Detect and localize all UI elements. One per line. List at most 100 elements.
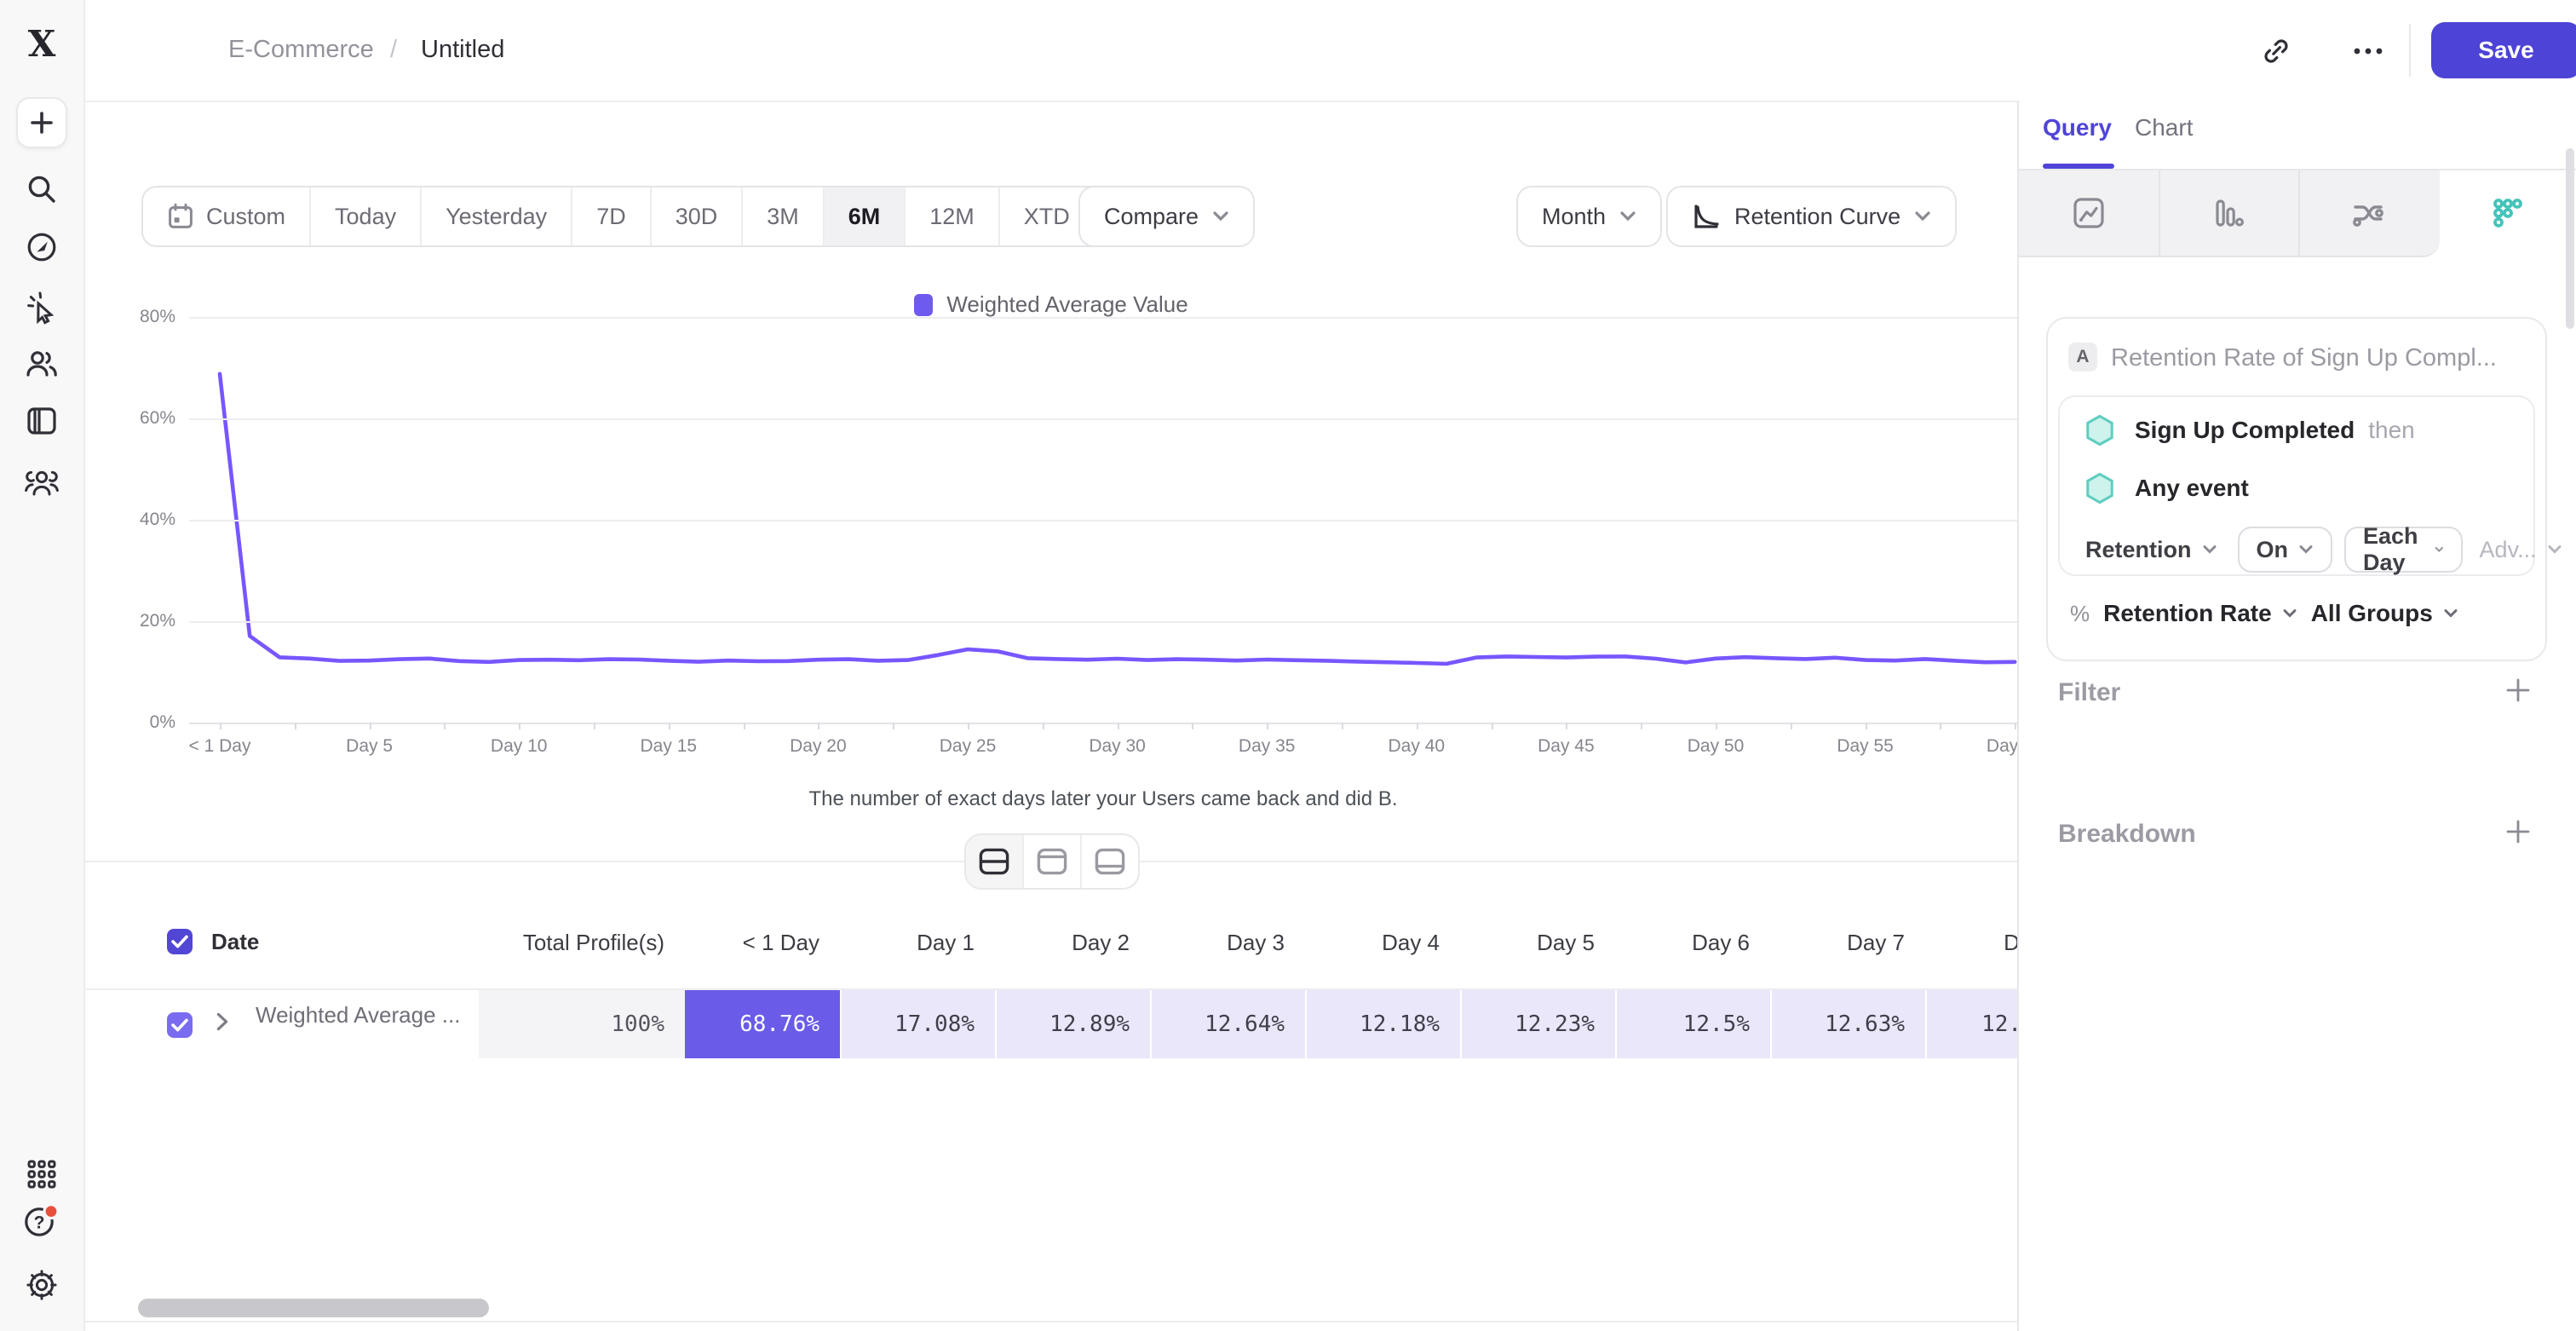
create-new-button[interactable] bbox=[16, 97, 67, 148]
each-day-dropdown-button[interactable]: Each Day bbox=[2344, 527, 2463, 573]
range-yesterday[interactable]: Yesterday bbox=[422, 187, 572, 245]
row-expand-chevron-icon[interactable] bbox=[216, 1012, 228, 1031]
settings-gear-icon[interactable] bbox=[20, 1263, 64, 1307]
compass-icon[interactable] bbox=[20, 225, 64, 269]
horizontal-scrollbar-thumb[interactable] bbox=[138, 1299, 489, 1317]
funnel-bars-icon bbox=[2212, 197, 2245, 229]
select-all-checkbox[interactable] bbox=[167, 929, 193, 954]
granularity-dropdown[interactable]: Month bbox=[1516, 186, 1662, 247]
x-axis-tick bbox=[1716, 723, 1717, 729]
column-header[interactable]: < 1 Day bbox=[685, 929, 840, 956]
compare-label: Compare bbox=[1104, 204, 1199, 230]
range-6m[interactable]: 6M bbox=[825, 187, 906, 245]
retention-curve-icon bbox=[1692, 202, 1721, 231]
help-icon[interactable]: ? bbox=[20, 1200, 64, 1244]
add-filter-button[interactable] bbox=[2503, 675, 2533, 706]
date-column-header[interactable]: Date bbox=[211, 929, 259, 955]
x-axis-caption: The number of exact days later your User… bbox=[189, 787, 2017, 811]
retention-value-cell[interactable]: 100% bbox=[479, 990, 685, 1058]
save-button[interactable]: Save bbox=[2431, 22, 2576, 78]
breadcrumb-page-title[interactable]: Untitled bbox=[421, 36, 504, 64]
retention-value-cell[interactable]: 12.64% bbox=[1150, 990, 1305, 1058]
on-dropdown-button[interactable]: On bbox=[2238, 527, 2333, 573]
retention-value-cell[interactable]: 68.76% bbox=[685, 990, 840, 1058]
retention-value-cell[interactable]: 17.08% bbox=[840, 990, 995, 1058]
x-axis-tick bbox=[1566, 723, 1567, 729]
x-axis-tick-label: Day 40 bbox=[1362, 736, 1471, 757]
range-today[interactable]: Today bbox=[311, 187, 422, 245]
report-tab-funnels[interactable] bbox=[2159, 170, 2298, 256]
range-12m[interactable]: 12M bbox=[906, 187, 1000, 245]
more-options-ellipsis-icon[interactable] bbox=[2346, 29, 2390, 73]
svg-text:X: X bbox=[28, 26, 56, 65]
copy-link-icon[interactable] bbox=[2254, 29, 2298, 73]
retention-value-cell[interactable]: 12.23% bbox=[1460, 990, 1615, 1058]
add-breakdown-button[interactable] bbox=[2503, 816, 2533, 847]
column-header[interactable]: Day 2 bbox=[995, 929, 1150, 956]
compare-button[interactable]: Compare bbox=[1078, 186, 1255, 247]
advanced-dropdown[interactable]: Adv... bbox=[2480, 537, 2562, 563]
x-axis-tick-label: Day 50 bbox=[1661, 736, 1770, 757]
x-axis-tick bbox=[968, 723, 969, 729]
retention-value-cell[interactable]: 12.89% bbox=[995, 990, 1150, 1058]
search-icon[interactable] bbox=[20, 167, 64, 211]
column-header[interactable]: Day 8 bbox=[1925, 929, 2017, 956]
retention-line-chart[interactable]: The number of exact days later your User… bbox=[189, 317, 2017, 723]
filter-section-heading: Filter bbox=[2058, 678, 2120, 707]
column-header[interactable]: Day 1 bbox=[840, 929, 995, 956]
range-label: Today bbox=[335, 204, 396, 230]
first-event-row[interactable]: Sign Up Completed then bbox=[2085, 414, 2415, 447]
x-axis-tick bbox=[1641, 723, 1642, 729]
column-header[interactable]: Day 6 bbox=[1615, 929, 1770, 956]
split-view-button[interactable] bbox=[966, 835, 1024, 888]
boards-icon[interactable] bbox=[20, 399, 64, 443]
report-tab-retention-selected[interactable] bbox=[2438, 170, 2576, 256]
chart-legend[interactable]: Weighted Average Value bbox=[85, 291, 2017, 318]
column-header[interactable]: Day 5 bbox=[1460, 929, 1615, 956]
metric-dropdown[interactable]: Retention Rate bbox=[2103, 600, 2297, 627]
range-custom[interactable]: Custom bbox=[143, 187, 311, 245]
column-header[interactable]: Day 7 bbox=[1770, 929, 1925, 956]
breadcrumb-project[interactable]: E-Commerce bbox=[228, 36, 374, 64]
y-axis-tick-label: 80% bbox=[104, 307, 175, 327]
check-icon bbox=[171, 1018, 188, 1032]
retention-type-dropdown[interactable]: Retention bbox=[2085, 537, 2217, 563]
retention-value-cell[interactable]: 12.5% bbox=[1615, 990, 1770, 1058]
report-type-tabs bbox=[2019, 170, 2576, 257]
legend-label: Weighted Average Value bbox=[946, 291, 1187, 318]
magic-cursor-icon[interactable] bbox=[20, 285, 64, 329]
top-header: E-Commerce / Untitled Save bbox=[85, 0, 2576, 101]
tab-query[interactable]: Query bbox=[2043, 114, 2112, 141]
second-event-row[interactable]: Any event bbox=[2085, 472, 2249, 504]
row-checkbox[interactable] bbox=[167, 1012, 193, 1038]
panel-scrollbar-thumb[interactable] bbox=[2566, 148, 2574, 329]
range-30d[interactable]: 30D bbox=[652, 187, 744, 245]
users-icon[interactable] bbox=[20, 341, 64, 385]
chart-type-dropdown[interactable]: Retention Curve bbox=[1666, 186, 1957, 247]
column-header[interactable]: Day 4 bbox=[1305, 929, 1460, 956]
notification-dot bbox=[44, 1205, 58, 1219]
report-tab-insights[interactable] bbox=[2019, 170, 2159, 256]
mixpanel-logo-icon[interactable]: X bbox=[20, 24, 64, 68]
retention-value-cell[interactable]: 12.63% bbox=[1770, 990, 1925, 1058]
range-3m[interactable]: 3M bbox=[743, 187, 825, 245]
user-group-icon[interactable] bbox=[20, 460, 64, 504]
y-axis-tick-label: 20% bbox=[104, 611, 175, 631]
column-header[interactable]: Day 3 bbox=[1150, 929, 1305, 956]
table-bottom-view-button[interactable] bbox=[1082, 835, 1138, 888]
chevron-down-icon bbox=[1619, 210, 1636, 222]
gridline bbox=[189, 418, 2017, 420]
tab-chart[interactable]: Chart bbox=[2135, 114, 2193, 141]
advanced-label: Adv... bbox=[2480, 537, 2537, 563]
apps-grid-icon[interactable] bbox=[20, 1152, 64, 1196]
range-7d[interactable]: 7D bbox=[572, 187, 652, 245]
groups-dropdown[interactable]: All Groups bbox=[2311, 600, 2458, 627]
content-bottom-border bbox=[85, 1321, 2017, 1322]
retention-value-cell[interactable]: 12.18% bbox=[1305, 990, 1460, 1058]
step-title[interactable]: Retention Rate of Sign Up Compl... bbox=[2111, 344, 2520, 372]
column-header[interactable]: Total Profile(s) bbox=[479, 929, 685, 956]
chart-top-view-button[interactable] bbox=[1024, 835, 1082, 888]
table-row-label[interactable]: Weighted Average ... bbox=[256, 1002, 474, 1028]
report-tab-flows[interactable] bbox=[2298, 170, 2438, 256]
retention-value-cell[interactable]: 12.66% bbox=[1925, 990, 2017, 1058]
